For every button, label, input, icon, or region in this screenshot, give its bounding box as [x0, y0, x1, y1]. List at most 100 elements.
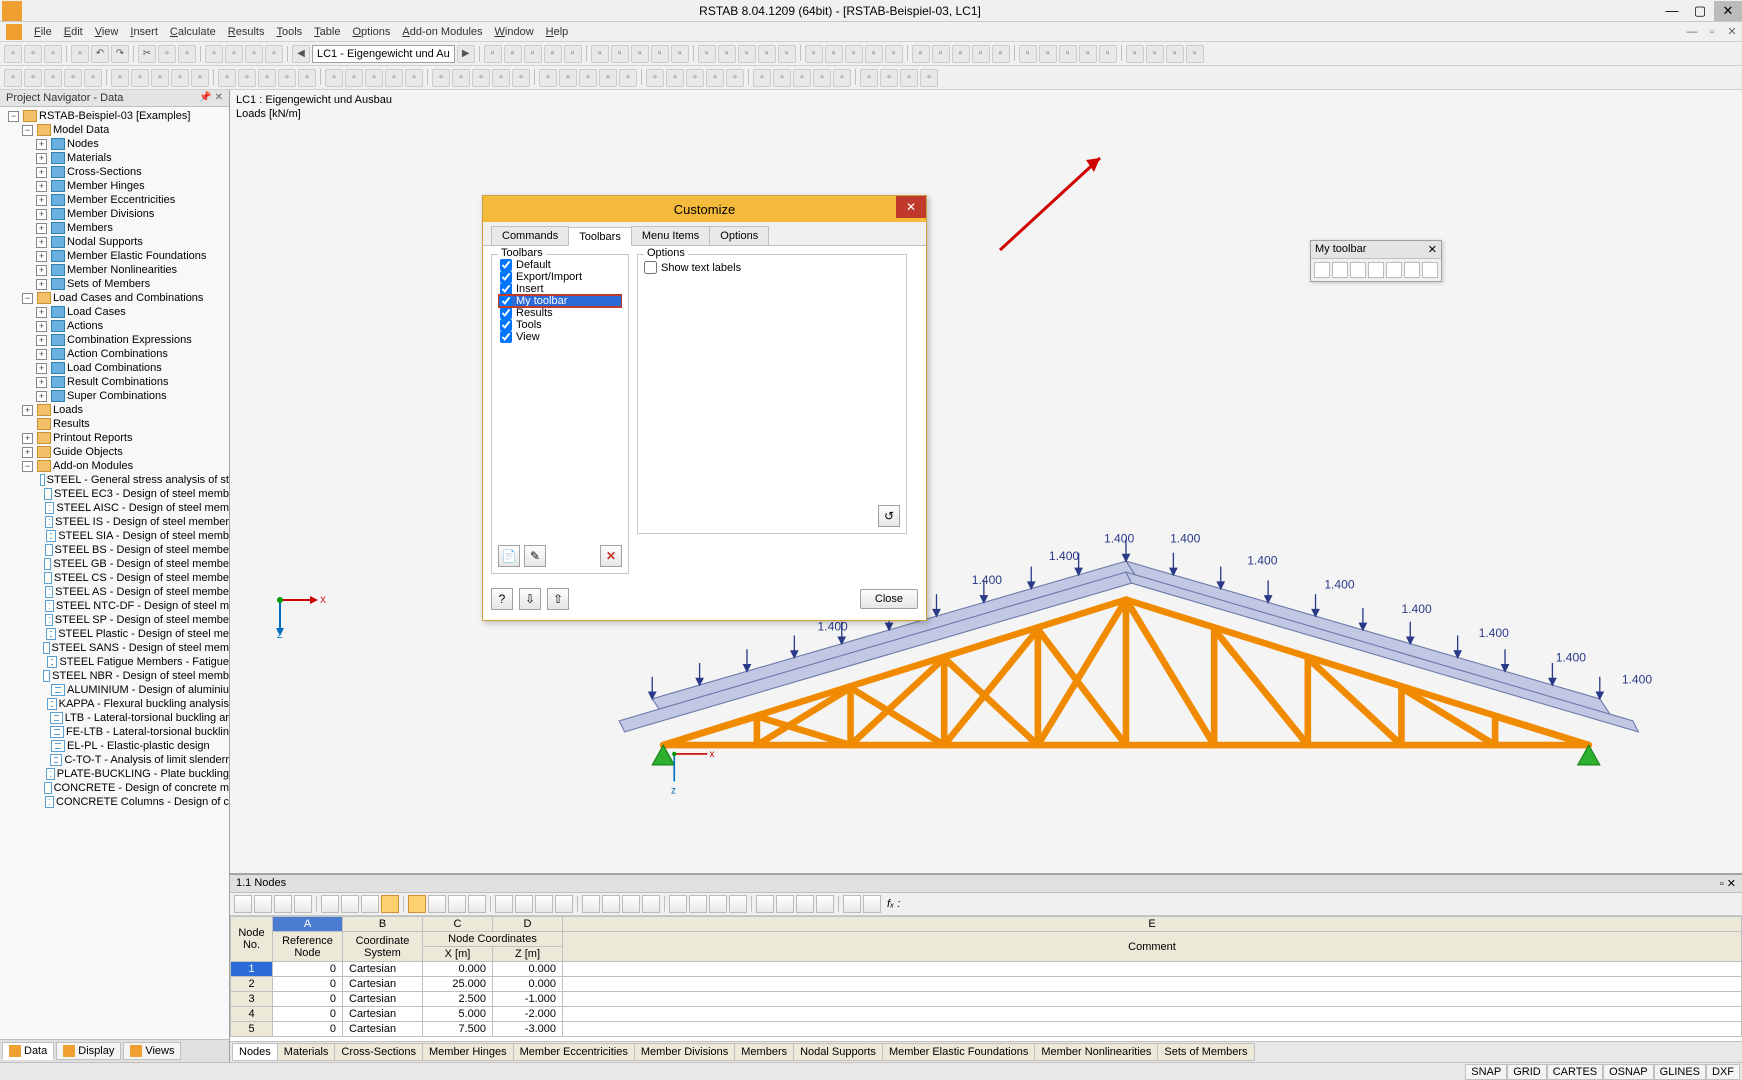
- dialog-tab-commands[interactable]: Commands: [491, 226, 569, 245]
- table-tb-btn-icon[interactable]: [602, 895, 620, 913]
- toolbar-checkbox[interactable]: [500, 283, 512, 295]
- toolbar-btn-icon[interactable]: ▫: [539, 69, 557, 87]
- floating-toolbar-my-toolbar[interactable]: My toolbar ✕: [1310, 240, 1442, 282]
- tree-addon-7[interactable]: STEEL CS - Design of steel membe: [0, 571, 229, 585]
- toolbar-btn-icon[interactable]: ▫: [885, 45, 903, 63]
- tree-lcc-4[interactable]: +Load Combinations: [0, 361, 229, 375]
- tree-addons[interactable]: −Add-on Modules: [0, 459, 229, 473]
- toolbar-btn-icon[interactable]: ▫: [44, 69, 62, 87]
- close-icon[interactable]: ✕: [1428, 243, 1437, 256]
- table-tb-btn-icon[interactable]: [448, 895, 466, 913]
- maximize-button[interactable]: ▢: [1686, 1, 1714, 21]
- toolbar-btn-icon[interactable]: ▫: [1186, 45, 1204, 63]
- toolbar-btn-icon[interactable]: ▫: [758, 45, 776, 63]
- tb-prev-lc-icon[interactable]: ◀: [292, 45, 310, 63]
- toolbar-btn-icon[interactable]: ▫: [1059, 45, 1077, 63]
- tb-view-icon[interactable]: ▫: [225, 45, 243, 63]
- toolbar-item-export-import[interactable]: Export/Import: [498, 271, 622, 283]
- table-tab-nodal-supports[interactable]: Nodal Supports: [793, 1043, 883, 1061]
- toolbar-checkbox[interactable]: [500, 307, 512, 319]
- toolbar-btn-icon[interactable]: ▫: [845, 45, 863, 63]
- table-tab-materials[interactable]: Materials: [277, 1043, 336, 1061]
- toolbar-btn-icon[interactable]: ▫: [564, 45, 582, 63]
- status-glines[interactable]: GLINES: [1654, 1064, 1706, 1080]
- tree-addon-23[interactable]: CONCRETE Columns - Design of c: [0, 795, 229, 809]
- toolbar-btn-icon[interactable]: ▫: [111, 69, 129, 87]
- delete-toolbar-button[interactable]: ✕: [600, 545, 622, 567]
- table-tb-btn-icon[interactable]: [642, 895, 660, 913]
- table-tb-btn-icon[interactable]: [729, 895, 747, 913]
- menu-table[interactable]: Table: [308, 24, 346, 40]
- tb-open-icon[interactable]: ▫: [24, 45, 42, 63]
- table-tab-member-eccentricities[interactable]: Member Eccentricities: [513, 1043, 635, 1061]
- toolbar-btn-icon[interactable]: ▫: [686, 69, 704, 87]
- toolbar-btn-icon[interactable]: ▫: [544, 45, 562, 63]
- show-text-labels-checkbox[interactable]: [644, 261, 657, 274]
- toolbar-item-insert[interactable]: Insert: [498, 283, 622, 295]
- table-tb-btn-icon[interactable]: [468, 895, 486, 913]
- toolbar-checkbox[interactable]: [500, 331, 512, 343]
- navigator-tree[interactable]: −RSTAB-Beispiel-03 [Examples]−Model Data…: [0, 107, 229, 1039]
- tree-addon-8[interactable]: STEEL AS - Design of steel membe: [0, 585, 229, 599]
- toolbar-btn-icon[interactable]: ▫: [833, 69, 851, 87]
- toolbar-checkbox[interactable]: [500, 295, 512, 307]
- tree-addon-16[interactable]: KAPPA - Flexural buckling analysis: [0, 697, 229, 711]
- toolbar-btn-icon[interactable]: ▫: [619, 69, 637, 87]
- tree-addon-3[interactable]: STEEL IS - Design of steel member: [0, 515, 229, 529]
- toolbar-btn-icon[interactable]: ▫: [64, 69, 82, 87]
- toolbar-btn-icon[interactable]: ▫: [4, 69, 22, 87]
- nav-tab-data[interactable]: Data: [2, 1042, 54, 1060]
- table-tb-btn-icon[interactable]: [321, 895, 339, 913]
- pin-icon[interactable]: 📌 ✕: [199, 92, 223, 104]
- menu-calculate[interactable]: Calculate: [164, 24, 222, 40]
- dialog-tab-menu-items[interactable]: Menu Items: [631, 226, 710, 245]
- close-dialog-button[interactable]: Close: [860, 589, 918, 609]
- tree-addon-20[interactable]: C-TO-T - Analysis of limit slenderr: [0, 753, 229, 767]
- toolbar-btn-icon[interactable]: ▫: [432, 69, 450, 87]
- menu-view[interactable]: View: [89, 24, 125, 40]
- toolbar-btn-icon[interactable]: ▫: [151, 69, 169, 87]
- table-tb-btn-icon[interactable]: [689, 895, 707, 913]
- tree-results[interactable]: Results: [0, 417, 229, 431]
- toolbar-btn-icon[interactable]: ▫: [559, 69, 577, 87]
- tree-md-4[interactable]: +Member Eccentricities: [0, 193, 229, 207]
- toolbar-btn-icon[interactable]: ▫: [484, 45, 502, 63]
- toolbar-btn-icon[interactable]: ▫: [646, 69, 664, 87]
- table-tb-btn-icon[interactable]: [408, 895, 426, 913]
- tree-loads[interactable]: +Loads: [0, 403, 229, 417]
- table-tb-btn-icon[interactable]: [863, 895, 881, 913]
- tree-addon-21[interactable]: PLATE-BUCKLING - Plate buckling: [0, 767, 229, 781]
- help-button[interactable]: ?: [491, 588, 513, 610]
- toolbar-checkbox[interactable]: [500, 259, 512, 271]
- import-button[interactable]: ⇩: [519, 588, 541, 610]
- ft-btn-5-icon[interactable]: [1386, 262, 1402, 278]
- table-tb-btn-icon[interactable]: [816, 895, 834, 913]
- tree-addon-6[interactable]: STEEL GB - Design of steel membe: [0, 557, 229, 571]
- toolbar-btn-icon[interactable]: ▫: [718, 45, 736, 63]
- tb-new-icon[interactable]: ▫: [4, 45, 22, 63]
- tree-printout[interactable]: +Printout Reports: [0, 431, 229, 445]
- toolbar-checkbox[interactable]: [500, 271, 512, 283]
- table-tb-btn-icon[interactable]: [582, 895, 600, 913]
- menu-tools[interactable]: Tools: [270, 24, 308, 40]
- toolbar-btn-icon[interactable]: ▫: [698, 45, 716, 63]
- menu-help[interactable]: Help: [540, 24, 575, 40]
- tree-md-10[interactable]: +Sets of Members: [0, 277, 229, 291]
- toolbar-btn-icon[interactable]: ▫: [345, 69, 363, 87]
- toolbar-btn-icon[interactable]: ▫: [472, 69, 490, 87]
- minimize-button[interactable]: —: [1658, 1, 1686, 21]
- table-tb-btn-icon[interactable]: [515, 895, 533, 913]
- table-row[interactable]: 50Cartesian7.500-3.000: [231, 1022, 1742, 1037]
- toolbar-btn-icon[interactable]: ▫: [218, 69, 236, 87]
- toolbar-btn-icon[interactable]: ▫: [24, 69, 42, 87]
- table-tab-cross-sections[interactable]: Cross-Sections: [334, 1043, 423, 1061]
- ft-btn-4-icon[interactable]: [1368, 262, 1384, 278]
- toolbar-btn-icon[interactable]: ▫: [1166, 45, 1184, 63]
- rename-toolbar-button[interactable]: ✎: [524, 545, 546, 567]
- toolbar-btn-icon[interactable]: ▫: [385, 69, 403, 87]
- table-tb-btn-icon[interactable]: [274, 895, 292, 913]
- tree-addon-0[interactable]: STEEL - General stress analysis of st: [0, 473, 229, 487]
- toolbar-btn-icon[interactable]: ▫: [258, 69, 276, 87]
- toolbar-btn-icon[interactable]: ▫: [599, 69, 617, 87]
- toolbar-btn-icon[interactable]: ▫: [805, 45, 823, 63]
